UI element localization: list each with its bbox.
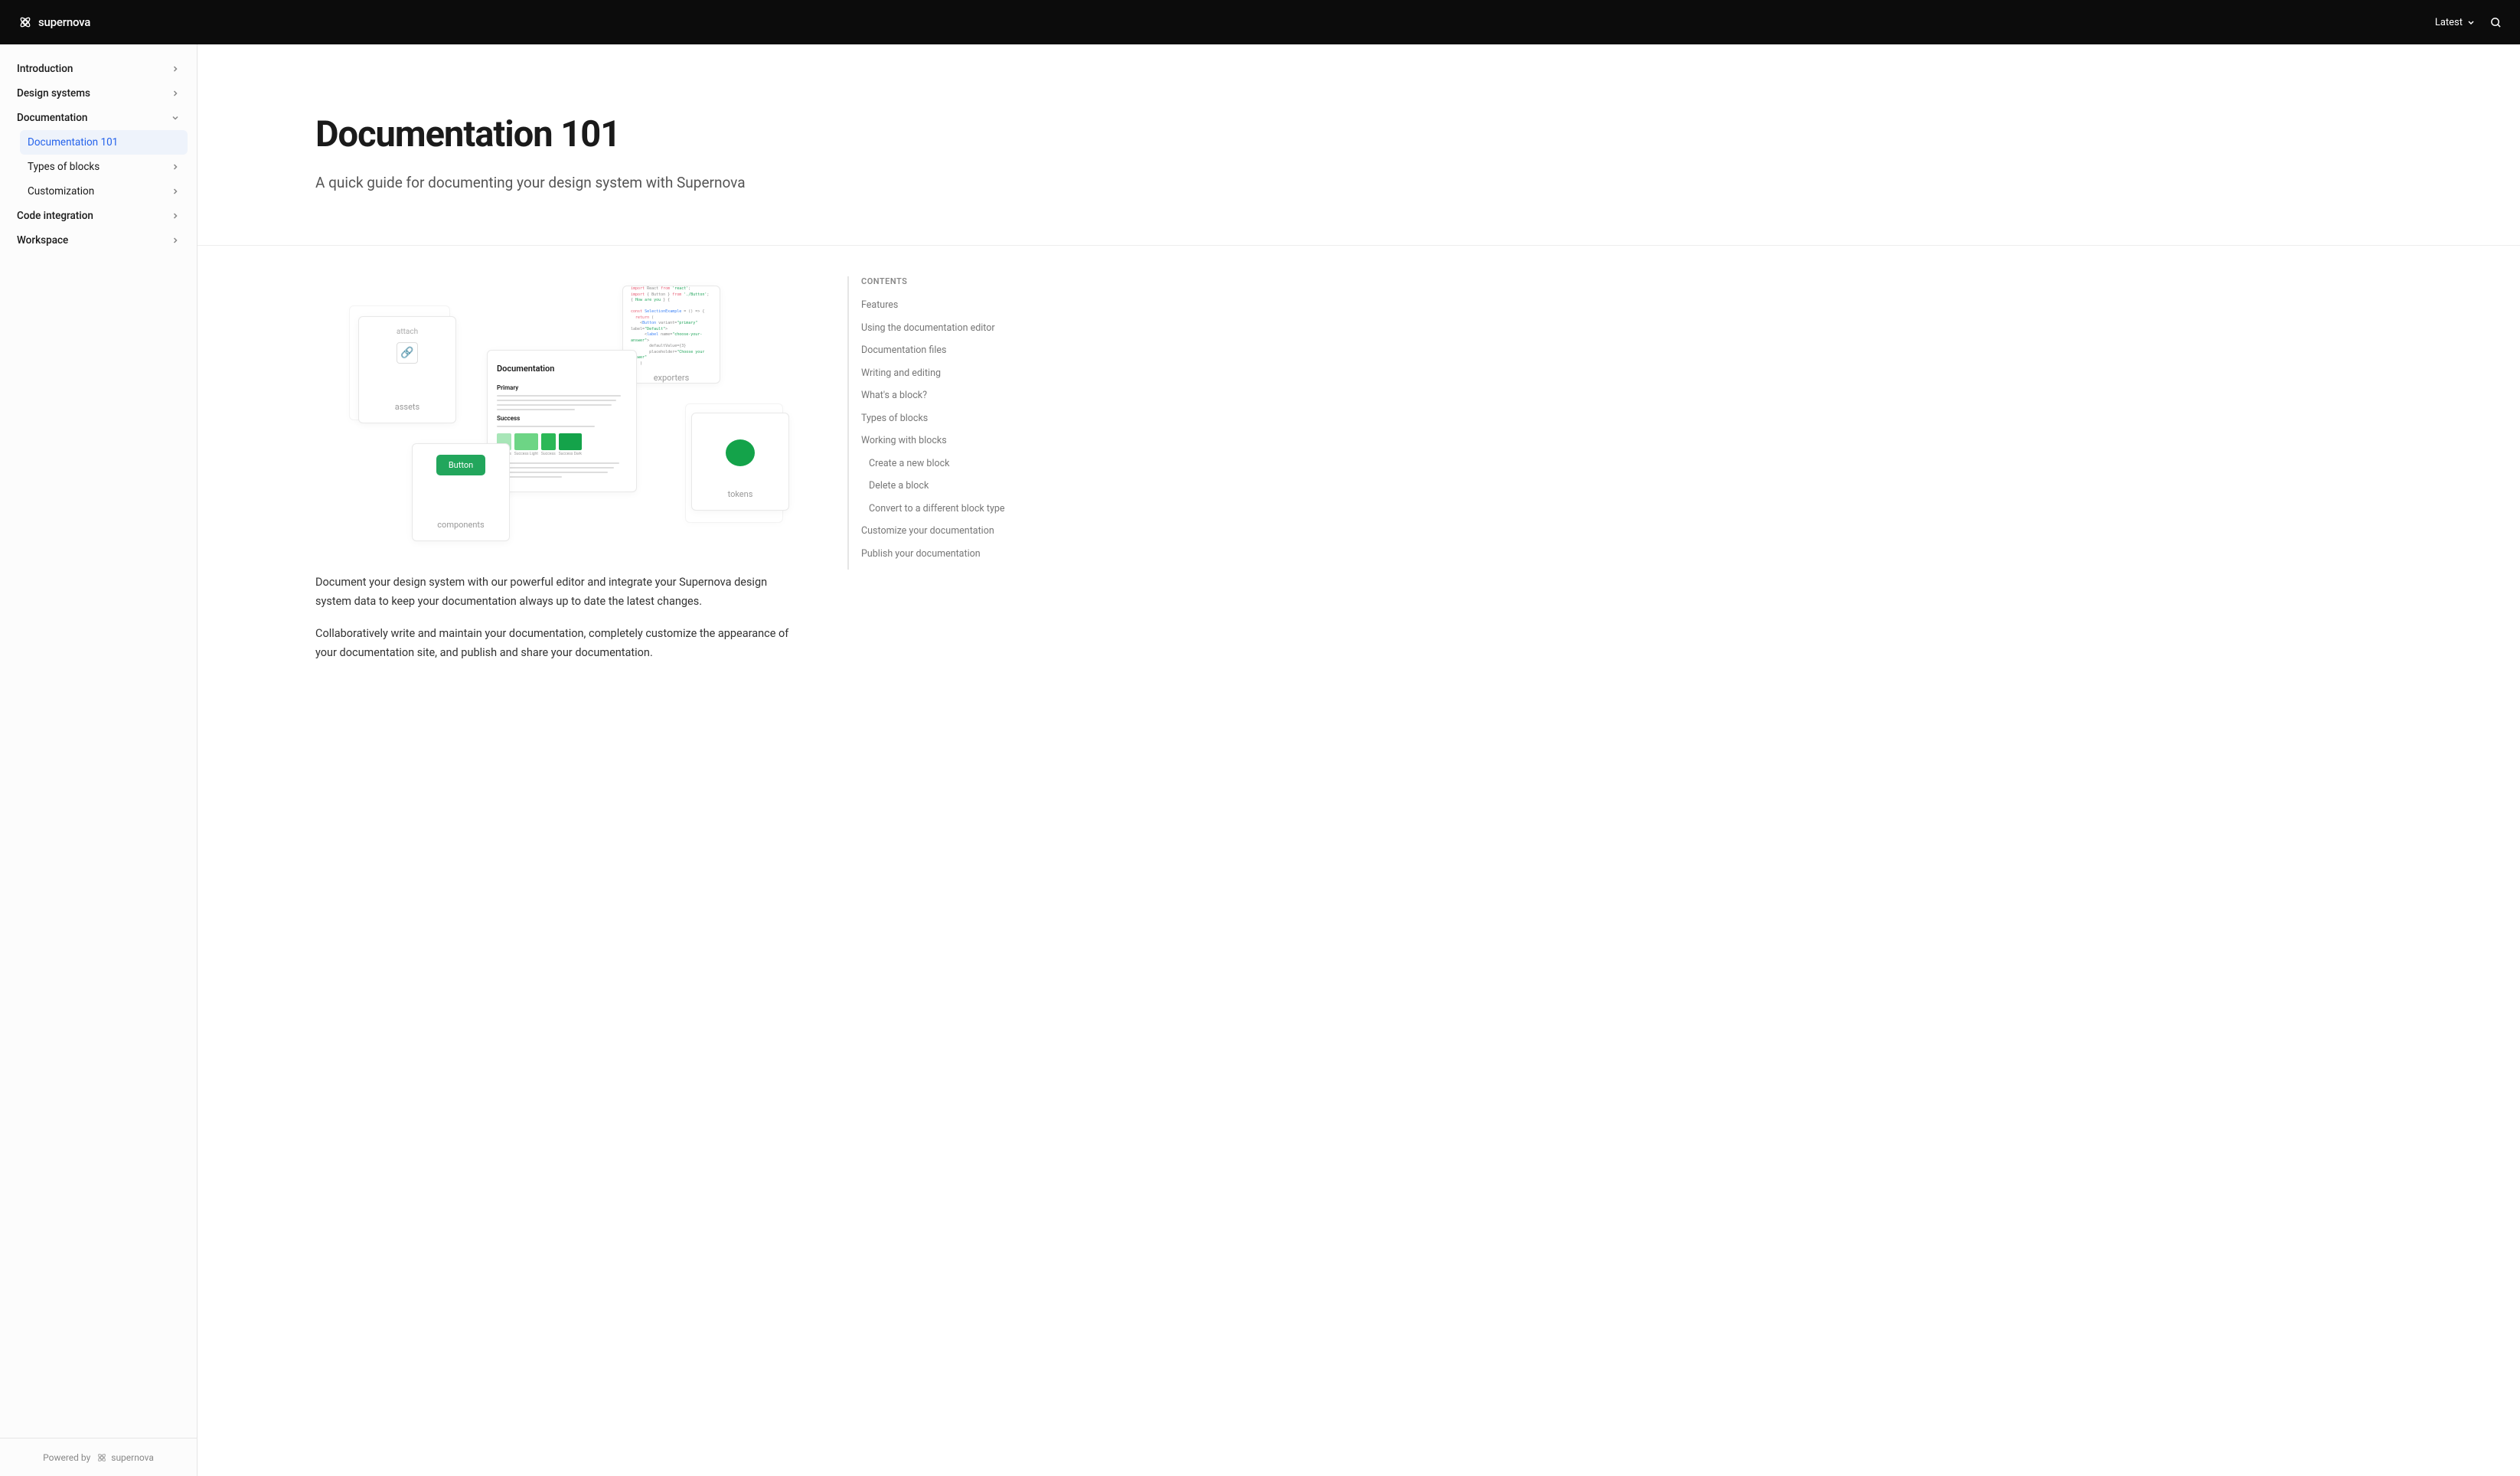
- chevron-right-icon: [171, 187, 180, 196]
- exporters-label: exporters: [654, 373, 690, 383]
- toc-link[interactable]: Customize your documentation: [861, 524, 1039, 538]
- footer-brand-name: supernova: [111, 1452, 154, 1463]
- tokens-label: tokens: [728, 489, 753, 499]
- illustration-assets-card: attach 🔗 assets: [358, 316, 456, 423]
- sidebar-subgroup-documentation: Documentation 101 Types of blocks Custom…: [9, 130, 188, 204]
- footer-brand[interactable]: supernova: [96, 1452, 154, 1463]
- sidebar-item-label: Workspace: [17, 234, 68, 247]
- sidebar-item-types-of-blocks[interactable]: Types of blocks: [20, 155, 188, 179]
- page-title: Documentation 101: [315, 113, 1004, 155]
- supernova-logo-icon: [96, 1452, 107, 1463]
- chevron-right-icon: [171, 89, 180, 98]
- sidebar-item-label: Code integration: [17, 210, 93, 222]
- doc-card-title: Documentation: [497, 364, 627, 374]
- chevron-right-icon: [171, 64, 180, 73]
- toc-link[interactable]: Working with blocks: [861, 434, 1039, 448]
- app-header: supernova Latest: [0, 0, 2520, 44]
- sidebar-item-workspace[interactable]: Workspace: [9, 228, 188, 253]
- body-paragraph: Document your design system with our pow…: [315, 573, 794, 611]
- toc-link[interactable]: Features: [861, 299, 1039, 312]
- illustration-components-card: Button components: [412, 443, 510, 541]
- powered-by-label: Powered by: [43, 1452, 90, 1463]
- assets-title: attach: [397, 328, 418, 336]
- toc-link[interactable]: Writing and editing: [861, 367, 1039, 380]
- toc-link[interactable]: Documentation files: [861, 344, 1039, 358]
- toc-sublink[interactable]: Convert to a different block type: [869, 502, 1039, 516]
- brand-logo[interactable]: supernova: [18, 15, 90, 29]
- toc-sublink[interactable]: Create a new block: [869, 457, 1039, 471]
- doc-section-success: Success: [497, 415, 627, 422]
- page-subtitle: A quick guide for documenting your desig…: [315, 174, 1004, 191]
- version-label: Latest: [2435, 17, 2463, 28]
- components-label: components: [437, 520, 484, 530]
- article-body: attach 🔗 assets import React from 'react…: [315, 276, 794, 677]
- header-actions: Latest: [2435, 17, 2502, 28]
- sidebar-item-label: Documentation: [17, 112, 87, 124]
- body-paragraph: Collaboratively write and maintain your …: [315, 625, 794, 662]
- sidebar-item-customization[interactable]: Customization: [20, 179, 188, 204]
- hero-illustration: attach 🔗 assets import React from 'react…: [315, 276, 794, 552]
- toc-link[interactable]: Using the documentation editor: [861, 322, 1039, 335]
- link-icon: 🔗: [397, 342, 418, 364]
- chevron-down-icon: [171, 113, 180, 122]
- sidebar-item-documentation-101[interactable]: Documentation 101: [20, 130, 188, 155]
- sidebar-item-code-integration[interactable]: Code integration: [9, 204, 188, 228]
- search-button[interactable]: [2490, 17, 2502, 28]
- chevron-right-icon: [171, 236, 180, 245]
- page-hero: Documentation 101 A quick guide for docu…: [315, 44, 1004, 245]
- sidebar-item-introduction[interactable]: Introduction: [9, 57, 188, 81]
- sidebar-item-label: Documentation 101: [28, 136, 118, 149]
- sidebar-nav: Introduction Design systems Documentatio…: [0, 44, 197, 1438]
- toc-link[interactable]: Publish your documentation: [861, 547, 1039, 561]
- main-content: Documentation 101 A quick guide for docu…: [197, 44, 2520, 1476]
- illustration-exporters-card: import React from 'react'; import { Butt…: [622, 286, 720, 384]
- toc-link[interactable]: Types of blocks: [861, 412, 1039, 426]
- button-preview: Button: [436, 455, 485, 475]
- doc-swatches: Success Success Light Success Success Da…: [497, 433, 627, 456]
- sidebar-item-label: Introduction: [17, 63, 73, 75]
- chevron-right-icon: [171, 211, 180, 220]
- sidebar-item-documentation[interactable]: Documentation: [9, 106, 188, 130]
- chevron-right-icon: [171, 162, 180, 171]
- table-of-contents: CONTENTS Features Using the documentatio…: [847, 276, 1039, 570]
- brand-name: supernova: [38, 15, 90, 29]
- sidebar-item-label: Design systems: [17, 87, 90, 100]
- search-icon: [2490, 17, 2502, 28]
- sidebar-item-label: Types of blocks: [28, 161, 100, 173]
- token-circle: [726, 439, 755, 466]
- chevron-down-icon: [2467, 18, 2475, 26]
- toc-link[interactable]: What's a block?: [861, 389, 1039, 403]
- code-snippet: import React from 'react'; import { Butt…: [631, 286, 712, 373]
- sidebar-item-design-systems[interactable]: Design systems: [9, 81, 188, 106]
- sidebar-item-label: Customization: [28, 185, 94, 198]
- assets-label: assets: [395, 402, 419, 412]
- toc-sublink[interactable]: Delete a block: [869, 479, 1039, 493]
- version-selector[interactable]: Latest: [2435, 17, 2475, 28]
- illustration-tokens-card: tokens: [691, 413, 789, 511]
- sidebar-footer: Powered by supernova: [0, 1438, 197, 1476]
- supernova-logo-icon: [18, 15, 32, 29]
- toc-heading: CONTENTS: [861, 276, 1039, 286]
- doc-section-primary: Primary: [497, 384, 627, 391]
